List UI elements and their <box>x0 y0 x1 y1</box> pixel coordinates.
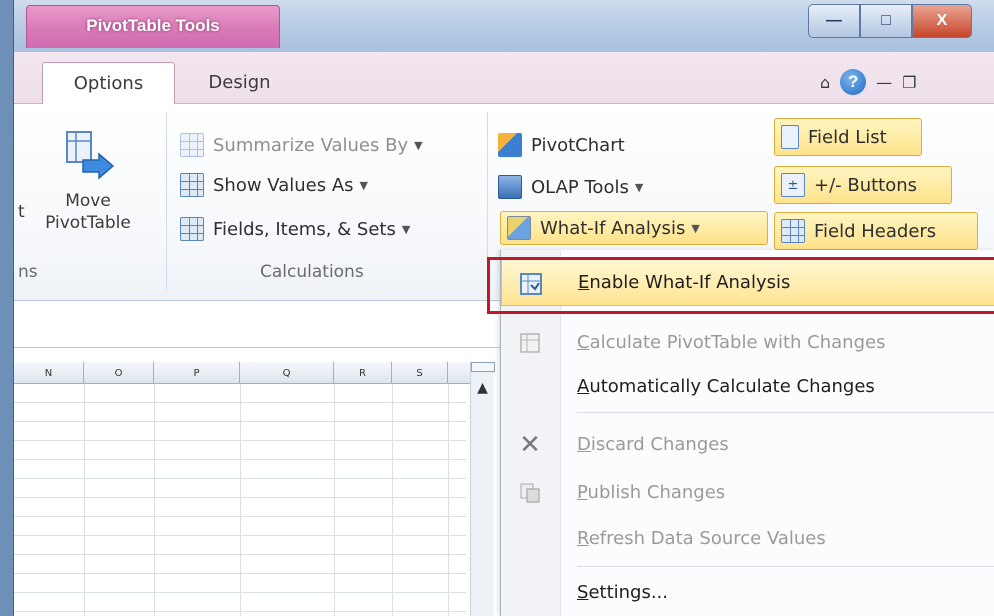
column-header[interactable]: S <box>392 362 448 384</box>
menu-item-calculate-pivottable-with-changes[interactable]: Calculate PivotTable with Changes <box>501 318 994 366</box>
menu-item-label: Publish Changes <box>577 481 726 503</box>
pivotchart-button[interactable]: PivotChart <box>498 128 625 162</box>
field-headers-button[interactable]: Field Headers <box>774 212 978 250</box>
show-values-label: Show Values As <box>213 174 354 196</box>
chevron-down-icon: ▼ <box>634 180 644 194</box>
column-headers: N O P Q R S <box>14 362 474 384</box>
menu-item-discard-changes[interactable]: ✕ Discard Changes <box>501 420 994 468</box>
column-header[interactable]: Q <box>240 362 334 384</box>
worksheet-grid[interactable]: N O P Q R S ▲ <box>14 362 514 616</box>
what-if-analysis-label: What-If Analysis <box>540 217 686 239</box>
pivottable-tools-context-tab: PivotTable Tools <box>26 5 280 48</box>
move-pivottable-button[interactable]: Move PivotTable <box>28 130 148 234</box>
split-box[interactable] <box>471 362 495 372</box>
highlight-annotation-box <box>487 257 994 314</box>
tab-options[interactable]: Options <box>42 62 175 105</box>
chevron-down-icon: ▼ <box>414 138 423 152</box>
pivotchart-icon <box>498 133 522 157</box>
field-headers-icon <box>781 219 805 243</box>
plus-minus-label: +/- Buttons <box>814 174 918 196</box>
grid-line <box>334 384 335 616</box>
menu-item-label: Settings... <box>577 581 669 603</box>
chevron-down-icon: ▼ <box>691 221 700 235</box>
move-pivottable-icon <box>61 130 115 184</box>
column-header[interactable]: R <box>334 362 392 384</box>
window-controls: — □ X <box>808 4 972 40</box>
minimize-button[interactable]: — <box>808 4 860 38</box>
grid-line <box>154 384 155 616</box>
menu-item-label: Discard Changes <box>577 433 729 455</box>
chevron-down-icon: ▼ <box>401 222 411 236</box>
calculate-icon <box>517 330 543 356</box>
partial-button-text: t <box>18 202 25 222</box>
menu-item-label: Calculate PivotTable with Changes <box>577 331 886 353</box>
window-edge <box>0 0 14 616</box>
context-tab-label: PivotTable Tools <box>86 16 220 35</box>
plus-minus-icon: ± <box>781 173 805 197</box>
show-values-as-button[interactable]: Show Values As ▼ <box>180 168 368 202</box>
close-icon: ✕ <box>519 430 541 460</box>
vertical-scrollbar[interactable]: ▲ <box>470 362 495 616</box>
fields-items-sets-label: Fields, Items, & Sets <box>213 218 396 240</box>
olap-tools-icon <box>498 175 522 199</box>
tab-design[interactable]: Design <box>192 62 287 105</box>
menu-separator <box>577 566 994 567</box>
field-headers-label: Field Headers <box>814 220 937 242</box>
what-if-analysis-button[interactable]: What-If Analysis ▼ <box>500 211 768 245</box>
scroll-up-icon[interactable]: ▲ <box>471 380 494 396</box>
column-header[interactable]: P <box>154 362 240 384</box>
menu-separator <box>577 412 994 413</box>
field-list-label: Field List <box>808 126 887 148</box>
menu-item-publish-changes[interactable]: Publish Changes <box>501 468 994 516</box>
grid-line <box>240 384 241 616</box>
summarize-values-icon <box>180 133 204 157</box>
menu-item-refresh-data-source-values[interactable]: Refresh Data Source Values <box>501 514 994 562</box>
maximize-button[interactable]: □ <box>860 4 912 38</box>
publish-icon <box>517 480 543 506</box>
grid-line <box>84 384 85 616</box>
pivotchart-label: PivotChart <box>531 134 625 156</box>
what-if-icon <box>507 216 531 240</box>
collapse-ribbon-icon[interactable]: ⌂ <box>820 73 830 92</box>
title-bar: PivotTable Tools — □ X <box>0 0 994 52</box>
grid-line <box>448 384 449 616</box>
show-values-icon <box>180 173 204 197</box>
menu-item-label: Automatically Calculate Changes <box>577 375 875 397</box>
group-label-partial: ns <box>18 262 38 282</box>
minimize-window-icon[interactable]: — <box>876 73 892 92</box>
column-header[interactable]: N <box>14 362 84 384</box>
fields-items-sets-icon <box>180 217 204 241</box>
menu-item-automatically-calculate-changes[interactable]: Automatically Calculate Changes <box>501 362 994 410</box>
help-icon[interactable]: ? <box>840 69 867 95</box>
summarize-values-label: Summarize Values By <box>213 134 409 156</box>
olap-tools-button[interactable]: OLAP Tools ▼ <box>498 170 643 204</box>
column-header[interactable]: O <box>84 362 154 384</box>
ribbon-tab-row: Options Design ⌂ ? — ❐ <box>14 52 994 105</box>
calculations-group-label: Calculations <box>260 262 364 282</box>
plus-minus-buttons-button[interactable]: ± +/- Buttons <box>774 166 952 204</box>
grid-line <box>392 384 393 616</box>
formula-bar[interactable] <box>14 300 514 348</box>
chevron-down-icon: ▼ <box>359 178 368 192</box>
close-button[interactable]: X <box>912 4 972 38</box>
move-label-line1: Move <box>65 191 111 211</box>
move-label-line2: PivotTable <box>45 213 131 233</box>
group-separator <box>166 112 167 290</box>
ribbon-top-controls: ⌂ ? — ❐ <box>820 69 917 95</box>
olap-tools-label: OLAP Tools <box>531 176 629 198</box>
fields-items-sets-button[interactable]: Fields, Items, & Sets ▼ <box>180 212 410 246</box>
field-list-icon <box>781 125 799 149</box>
restore-window-icon[interactable]: ❐ <box>902 73 916 92</box>
menu-item-label: Refresh Data Source Values <box>577 527 826 549</box>
menu-item-settings[interactable]: Settings... <box>501 568 994 616</box>
summarize-values-by-button[interactable]: Summarize Values By ▼ <box>180 128 423 162</box>
field-list-button[interactable]: Field List <box>774 118 922 156</box>
